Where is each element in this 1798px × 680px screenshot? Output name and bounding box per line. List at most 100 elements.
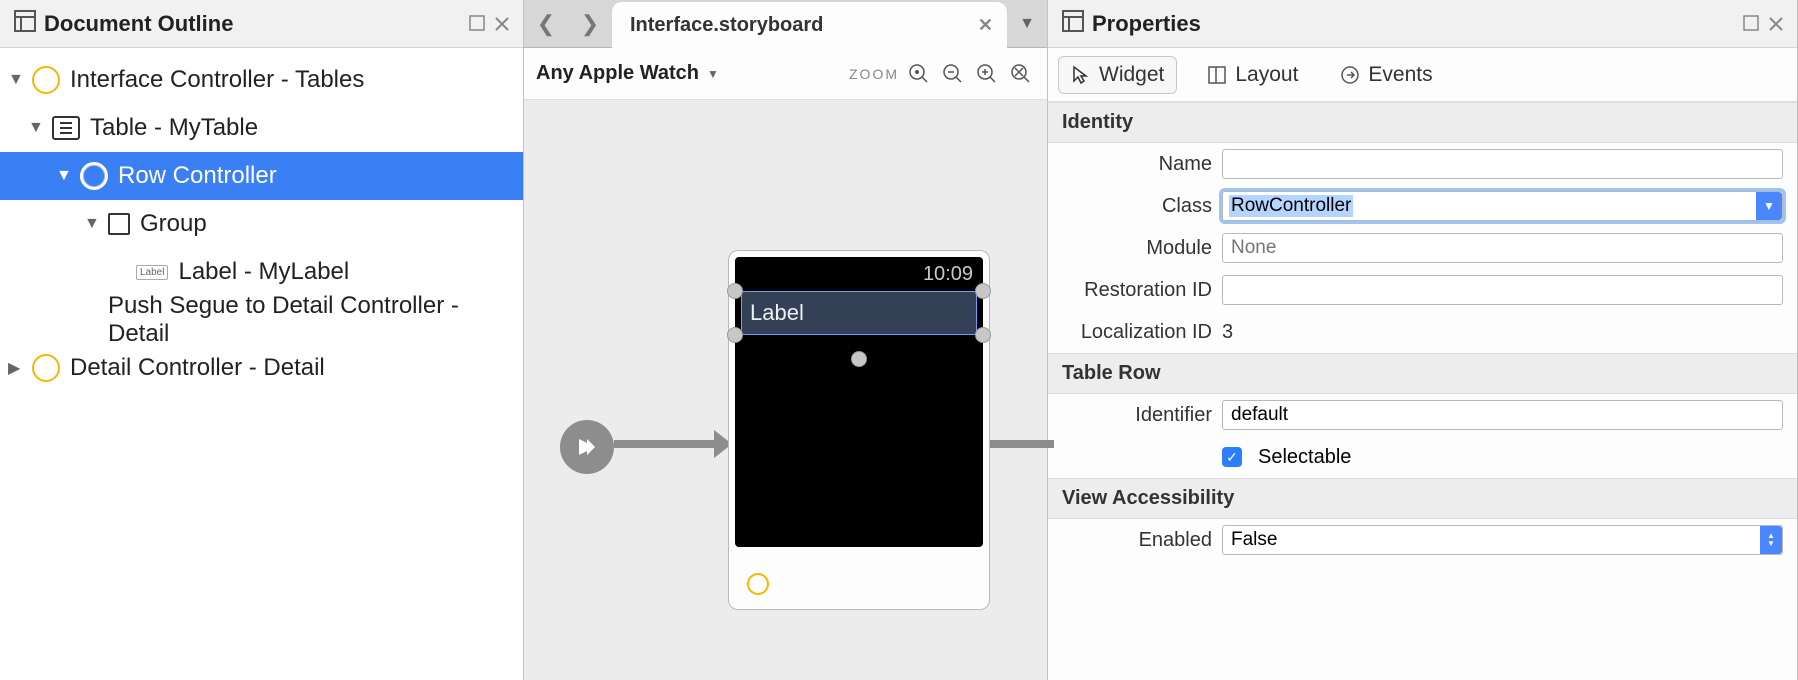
row-selectable: ✓ Selectable — [1048, 436, 1797, 478]
stepper-icon[interactable]: ▲▼ — [1760, 526, 1782, 554]
watch-time: 10:09 — [923, 263, 973, 286]
label-name: Name — [1062, 153, 1212, 176]
device-selector[interactable]: Any Apple Watch ▼ — [536, 62, 719, 85]
chevron-down-icon[interactable]: ▼ — [1756, 192, 1782, 220]
tab-layout[interactable]: Layout — [1195, 57, 1310, 93]
watch-scene[interactable]: 10:09 Label — [728, 250, 990, 610]
combo-value: RowController — [1229, 195, 1353, 217]
label-badge-icon: Label — [136, 265, 168, 280]
cursor-icon — [1071, 65, 1091, 85]
input-name[interactable] — [1222, 149, 1783, 179]
input-identifier[interactable] — [1222, 400, 1783, 430]
select-enabled[interactable]: False ▲▼ — [1222, 525, 1783, 555]
nav-forward-icon[interactable]: ❯ — [568, 0, 612, 48]
section-identity: Identity — [1048, 102, 1797, 143]
row-controller-icon — [80, 162, 108, 190]
device-label: Any Apple Watch — [536, 62, 699, 85]
tab-widget[interactable]: Widget — [1058, 56, 1177, 94]
tree-interface-controller[interactable]: ▼Interface Controller - Tables — [0, 56, 523, 104]
tree-label: Label - MyLabel — [178, 258, 349, 286]
tab-close-icon[interactable]: ✕ — [978, 15, 993, 36]
zoom-in-icon[interactable] — [973, 60, 1001, 88]
tab-storyboard[interactable]: Interface.storyboard ✕ — [612, 2, 1007, 50]
tree-row-controller[interactable]: ▼Row Controller — [0, 152, 523, 200]
tab-events[interactable]: Events — [1328, 57, 1444, 93]
tab-overflow-icon[interactable]: ▼ — [1007, 15, 1047, 33]
document-outline-panel: Document Outline ▼Interface Controller -… — [0, 0, 524, 680]
row-localization: Localization ID 3 — [1048, 311, 1797, 353]
tree-label: Detail Controller - Detail — [70, 354, 325, 382]
scene-controller-icon[interactable] — [747, 573, 769, 595]
editor-panel: ❮ ❯ Interface.storyboard ✕ ▼ Any Apple W… — [524, 0, 1048, 680]
tab-label: Interface.storyboard — [630, 14, 823, 37]
section-tablerow: Table Row — [1048, 353, 1797, 394]
outline-title: Document Outline — [44, 11, 469, 37]
zoom-label: ZOOM — [849, 66, 899, 82]
input-restoration[interactable] — [1222, 275, 1783, 305]
properties-panel: Properties Widget Layout Events Identity… — [1048, 0, 1798, 680]
section-accessibility: View Accessibility — [1048, 478, 1797, 519]
close-icon[interactable] — [1769, 11, 1783, 37]
value-localization: 3 — [1222, 321, 1783, 344]
tab-label: Events — [1368, 63, 1432, 87]
row-class: Class RowController ▼ — [1048, 185, 1797, 227]
entry-arrow — [614, 440, 718, 448]
resize-handle[interactable] — [727, 327, 743, 343]
select-value: False — [1231, 529, 1277, 551]
tree-table[interactable]: ▼Table - MyTable — [0, 104, 523, 152]
properties-title: Properties — [1092, 11, 1743, 37]
checkbox-selectable[interactable]: ✓ — [1222, 447, 1242, 467]
label-class: Class — [1062, 195, 1212, 218]
controller-icon — [32, 66, 60, 94]
group-icon — [108, 213, 130, 235]
tab-label: Layout — [1235, 63, 1298, 87]
watch-label-row[interactable]: Label — [741, 291, 977, 335]
resize-handle[interactable] — [851, 351, 867, 367]
label-localization: Localization ID — [1062, 321, 1212, 344]
chevron-down-icon: ▼ — [707, 67, 719, 81]
outline-icon — [14, 10, 36, 38]
table-icon — [52, 116, 80, 140]
resize-handle[interactable] — [727, 283, 743, 299]
resize-handle[interactable] — [975, 327, 991, 343]
zoom-actual-icon[interactable] — [1007, 60, 1035, 88]
watch-label-text: Label — [750, 300, 804, 326]
row-enabled: Enabled False ▲▼ — [1048, 519, 1797, 561]
label-restoration: Restoration ID — [1062, 279, 1212, 302]
tree-group[interactable]: ▼Group — [0, 200, 523, 248]
properties-icon — [1062, 10, 1084, 38]
input-module[interactable] — [1222, 233, 1783, 263]
tree-detail-controller[interactable]: ▶Detail Controller - Detail — [0, 344, 523, 392]
label-module: Module — [1062, 237, 1212, 260]
maximize-icon[interactable] — [469, 11, 485, 37]
resize-handle[interactable] — [975, 283, 991, 299]
nav-back-icon[interactable]: ❮ — [524, 0, 568, 48]
maximize-icon[interactable] — [1743, 11, 1759, 37]
combo-class[interactable]: RowController ▼ — [1222, 191, 1783, 221]
tab-label: Widget — [1099, 63, 1164, 87]
events-icon — [1340, 65, 1360, 85]
entry-point-icon[interactable] — [560, 420, 614, 474]
editor-tab-bar: ❮ ❯ Interface.storyboard ✕ ▼ — [524, 0, 1047, 48]
device-toolbar: Any Apple Watch ▼ ZOOM — [524, 48, 1047, 100]
row-name: Name — [1048, 143, 1797, 185]
row-restoration: Restoration ID — [1048, 269, 1797, 311]
tree-label: Table - MyTable — [90, 114, 258, 142]
tree-label: Interface Controller - Tables — [70, 66, 364, 94]
tree-label: Group — [140, 210, 207, 238]
layout-icon — [1207, 65, 1227, 85]
label-identifier: Identifier — [1062, 404, 1212, 427]
label-enabled: Enabled — [1062, 529, 1212, 552]
tree-label-item[interactable]: ▼LabelLabel - MyLabel — [0, 248, 523, 296]
segue-line[interactable] — [990, 440, 1054, 448]
tree-segue[interactable]: Push Segue to Detail Controller - Detail — [0, 296, 523, 344]
label-selectable: Selectable — [1258, 446, 1351, 469]
storyboard-canvas[interactable]: 10:09 Label — [524, 100, 1047, 680]
properties-header: Properties — [1048, 0, 1797, 48]
controller-icon — [32, 354, 60, 382]
row-identifier: Identifier — [1048, 394, 1797, 436]
outline-tree: ▼Interface Controller - Tables ▼Table - … — [0, 48, 523, 400]
zoom-out-icon[interactable] — [939, 60, 967, 88]
close-icon[interactable] — [495, 11, 509, 37]
zoom-fit-icon[interactable] — [905, 60, 933, 88]
